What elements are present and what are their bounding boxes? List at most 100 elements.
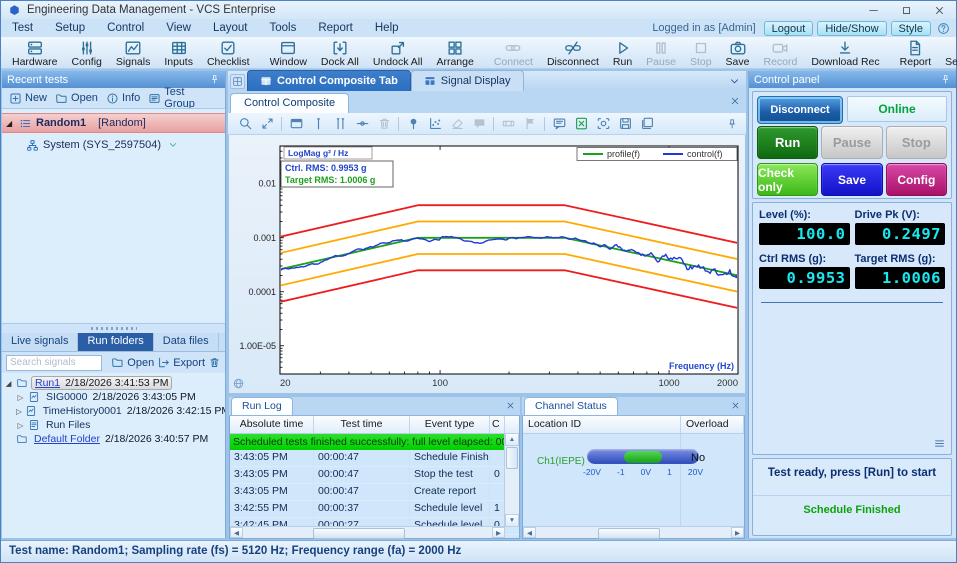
run-log-banner[interactable]: Scheduled tests finished successfully: f… xyxy=(230,434,505,450)
tab-run-folders[interactable]: Run folders xyxy=(78,333,153,351)
test-info-button[interactable]: Info xyxy=(103,91,143,106)
menu-lines-icon[interactable] xyxy=(933,437,946,450)
run-tree-item-run1[interactable]: ◢Run12/18/2026 3:41:53 PM xyxy=(4,376,223,390)
scroll-right-icon[interactable]: ▶ xyxy=(731,527,744,538)
toolbar-button-save[interactable]: Save xyxy=(719,37,757,68)
note-icon[interactable] xyxy=(552,116,567,131)
close-button[interactable] xyxy=(923,1,956,19)
trash-icon[interactable] xyxy=(208,356,221,369)
run-tree-item-run-files[interactable]: ▷Run Files xyxy=(4,418,223,432)
check-only-button[interactable]: Check only xyxy=(757,163,818,196)
run-tree-item-default-folder[interactable]: Default Folder2/18/2026 3:40:57 PM xyxy=(4,432,223,446)
run-log-horizontal-scrollbar[interactable]: ◀ ▶ xyxy=(230,526,505,538)
scroll-right-icon[interactable]: ▶ xyxy=(492,527,505,538)
new-test-button[interactable]: New xyxy=(6,91,50,106)
cursor-horizontal-icon[interactable] xyxy=(355,116,370,131)
expander-expanded-icon[interactable]: ◢ xyxy=(6,119,15,128)
channel-status-close-icon[interactable] xyxy=(731,401,740,410)
layers-icon[interactable] xyxy=(640,116,655,131)
scroll-thumb[interactable] xyxy=(313,528,405,539)
toolbar-button-checklist[interactable]: Checklist xyxy=(200,37,257,68)
save-button[interactable]: Save xyxy=(821,163,882,196)
help-icon[interactable] xyxy=(937,22,950,35)
minimize-button[interactable] xyxy=(857,1,890,19)
globe-icon[interactable] xyxy=(232,377,245,390)
scroll-thumb[interactable] xyxy=(598,528,660,539)
run-tree-item-sig0000[interactable]: ▷SIG00002/18/2026 3:43:05 PM xyxy=(4,390,223,404)
toolbar-button-run[interactable]: Run xyxy=(606,37,639,68)
run-log-vertical-scrollbar[interactable]: ▲ ▼ xyxy=(504,433,519,527)
scroll-down-icon[interactable]: ▼ xyxy=(505,514,519,527)
run-tree-item-timehistory0001[interactable]: ▷TimeHistory00012/18/2026 3:42:15 PM xyxy=(4,404,223,418)
tab-signal-display[interactable]: Signal Display xyxy=(411,70,524,91)
config-button[interactable]: Config xyxy=(886,163,947,196)
chevron-down-icon[interactable] xyxy=(168,140,178,150)
pin-icon[interactable] xyxy=(940,74,951,85)
save-image-icon[interactable] xyxy=(618,116,633,131)
col-test-time[interactable]: Test time xyxy=(314,416,410,433)
legend-card-icon[interactable] xyxy=(289,116,304,131)
scroll-up-icon[interactable]: ▲ xyxy=(505,433,519,446)
dock-handle-icon[interactable] xyxy=(230,74,245,89)
expander-expanded-icon[interactable]: ◢ xyxy=(4,379,13,388)
scroll-thumb[interactable] xyxy=(506,447,518,469)
toolbar-button-disconnect[interactable]: Disconnect xyxy=(540,37,606,68)
toolbar-button-signals[interactable]: Signals xyxy=(109,37,157,68)
cursor-pair-icon[interactable] xyxy=(333,116,348,131)
run-log-row[interactable]: 3:43:05 PM00:00:47Stop the test0 xyxy=(230,467,519,484)
expander-collapsed-icon[interactable]: ▷ xyxy=(16,393,25,402)
menu-tools[interactable]: Tools xyxy=(258,22,307,34)
cursor-icon[interactable] xyxy=(311,116,326,131)
toolbar-button-inputs[interactable]: Inputs xyxy=(157,37,200,68)
open-test-button[interactable]: Open xyxy=(52,91,101,106)
run-log-row[interactable]: 3:43:05 PM00:00:47Create report xyxy=(230,484,519,501)
disconnect-button[interactable]: Disconnect xyxy=(757,96,843,124)
tree-item-system[interactable]: System (SYS_2597504) xyxy=(2,136,225,154)
pin-icon[interactable] xyxy=(209,74,220,85)
tab-list-chevron-icon[interactable] xyxy=(729,76,740,87)
close-panel-icon[interactable] xyxy=(730,96,740,106)
toolbar-button-arrange[interactable]: Arrange xyxy=(429,37,480,68)
col-absolute-time[interactable]: Absolute time xyxy=(230,416,314,433)
test-item-random1[interactable]: ◢ Random1 [Random] xyxy=(2,113,225,133)
menu-control[interactable]: Control xyxy=(96,22,155,34)
col-overload[interactable]: Overload xyxy=(681,416,744,433)
toolbar-button-report[interactable]: Report xyxy=(893,37,939,68)
toolbar-button-download-rec[interactable]: Download Rec xyxy=(804,37,886,68)
channel-horizontal-scrollbar[interactable]: ◀ ▶ xyxy=(523,526,744,538)
menu-view[interactable]: View xyxy=(155,22,202,34)
expander-collapsed-icon[interactable]: ▷ xyxy=(16,407,22,416)
col-event-type[interactable]: Event type xyxy=(410,416,490,433)
menu-help[interactable]: Help xyxy=(364,22,410,34)
doc-tab-control-composite[interactable]: Control Composite xyxy=(230,93,349,113)
run-button[interactable]: Run xyxy=(757,126,818,159)
col-location-id[interactable]: Location ID xyxy=(523,416,681,433)
run-tree-item-label[interactable]: Run1 xyxy=(35,377,60,389)
style-button[interactable]: Style xyxy=(891,21,931,36)
run-log-close-icon[interactable] xyxy=(506,401,515,410)
export-button[interactable]: Export xyxy=(157,356,205,369)
run-log-row[interactable]: 3:42:55 PM00:00:37Schedule level1 xyxy=(230,501,519,518)
toolbar-button-config[interactable]: Config xyxy=(65,37,109,68)
excel-export-icon[interactable] xyxy=(574,116,589,131)
run-log-row[interactable]: 3:43:05 PM00:00:47Schedule Finish... xyxy=(230,450,519,467)
chart-pin-icon[interactable] xyxy=(726,118,738,130)
toolbar-button-undock-all[interactable]: Undock All xyxy=(366,37,430,68)
toolbar-button-hardware[interactable]: Hardware xyxy=(5,37,65,68)
splitter-handle[interactable] xyxy=(2,324,225,333)
run-tree-item-label[interactable]: Default Folder xyxy=(34,433,100,445)
col-comment[interactable]: C xyxy=(490,416,505,433)
peak-marker-icon[interactable] xyxy=(406,116,421,131)
menu-layout[interactable]: Layout xyxy=(202,22,259,34)
toolbar-button-settings[interactable]: Settings xyxy=(938,37,957,68)
tab-live-signals[interactable]: Live signals xyxy=(2,333,78,351)
logout-button[interactable]: Logout xyxy=(764,21,814,36)
run-log-tab[interactable]: Run Log xyxy=(231,397,293,415)
toolbar-button-window[interactable]: Window xyxy=(263,37,314,68)
hide-show-button[interactable]: Hide/Show xyxy=(817,21,886,36)
channel-row[interactable]: Ch1(IEPE) -20V -1 0V 1 20V No xyxy=(523,434,744,527)
toolbar-button-dock-all[interactable]: Dock All xyxy=(314,37,366,68)
channel-status-tab[interactable]: Channel Status xyxy=(524,397,618,415)
tab-data-files[interactable]: Data files xyxy=(154,333,219,351)
snapshot-icon[interactable] xyxy=(596,116,611,131)
